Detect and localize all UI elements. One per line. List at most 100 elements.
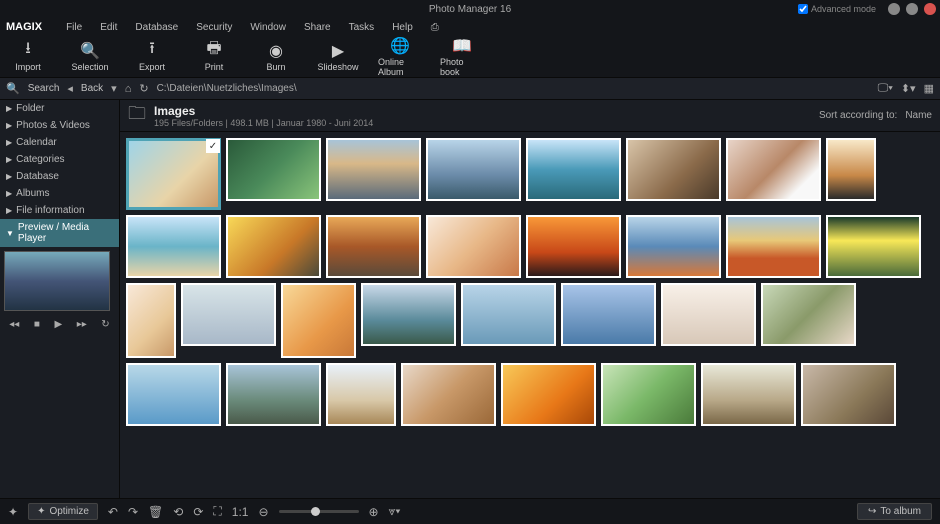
player-prev-icon[interactable]: ◂◂ [9,319,19,330]
dropdown-icon[interactable]: ▾ [111,82,117,95]
thumbnail[interactable] [626,215,721,278]
maximize-icon[interactable] [906,3,918,15]
home-icon[interactable]: ⌂ [125,83,132,95]
player-loop-icon[interactable]: ↻ [101,319,109,330]
zoom-in-icon[interactable]: ⊕ [369,505,379,519]
undo-icon[interactable]: ↶ [108,505,118,519]
back-arrow-icon[interactable]: ◂ [67,82,73,95]
sidebar-item-photos-videos[interactable]: ▶Photos & Videos [0,117,119,134]
thumbnail[interactable] [726,215,821,278]
thumbnail[interactable] [826,215,921,278]
thumbnail[interactable] [661,283,756,346]
thumbnail[interactable] [761,283,856,346]
sidebar-item-calendar[interactable]: ▶Calendar [0,134,119,151]
thumbnail[interactable] [226,215,321,278]
sort-label: Sort according to: [819,110,897,121]
advanced-mode-toggle[interactable]: Advanced mode [798,4,876,14]
thumbnail[interactable] [426,138,521,201]
window-title: Photo Manager 16 [204,4,736,15]
player-play-icon[interactable]: ▶ [54,319,62,330]
thumbnail[interactable] [726,138,821,201]
view-sort-icon[interactable]: ⬍▾ [901,82,916,95]
selection-button[interactable]: 🔍Selection [68,42,112,72]
menu-file[interactable]: File [66,22,82,33]
minimize-icon[interactable] [888,3,900,15]
magic-wand-icon[interactable]: ✦ [8,505,18,519]
back-label[interactable]: Back [81,83,103,94]
sidebar-item-categories[interactable]: ▶Categories [0,151,119,168]
menu-database[interactable]: Database [135,22,178,33]
actual-size-icon[interactable]: 1:1 [232,505,249,519]
thumbnail[interactable] [461,283,556,346]
thumbnail[interactable] [326,138,421,201]
thumbnail[interactable] [126,138,221,210]
delete-icon[interactable]: 🗑 [148,505,163,519]
menu-share[interactable]: Share [304,22,331,33]
player-next-icon[interactable]: ▸▸ [77,319,87,330]
thumbnail[interactable] [361,283,456,346]
thumbnail[interactable] [326,363,396,426]
thumbnail[interactable] [801,363,896,426]
player-stop-icon[interactable]: ■ [34,319,40,330]
thumbnail[interactable] [526,138,621,201]
menu-window[interactable]: Window [250,22,286,33]
to-album-button[interactable]: ↪ To album [857,503,932,520]
slideshow-label: Slideshow [317,62,358,72]
thumbnail[interactable] [401,363,496,426]
search-label[interactable]: Search [28,83,60,94]
sidebar-item-database[interactable]: ▶Database [0,168,119,185]
rotate-left-icon[interactable]: ⟲ [173,505,183,519]
sidebar-item-file-information[interactable]: ▶File information [0,202,119,219]
filter-icon[interactable]: ⩔▾ [389,504,401,519]
menu-help[interactable]: Help [392,22,413,33]
thumbnail[interactable] [126,283,176,358]
view-grid-icon[interactable]: ▦ [924,82,934,95]
thumbnail[interactable] [126,363,221,426]
thumbnail[interactable] [626,138,721,201]
sidebar-item-folder[interactable]: ▶Folder [0,100,119,117]
thumbnail[interactable] [601,363,696,426]
fit-icon[interactable]: ⛶ [213,504,221,519]
thumbnail[interactable] [701,363,796,426]
refresh-icon[interactable]: ↻ [139,82,148,95]
menu-security[interactable]: Security [196,22,232,33]
thumbnail[interactable] [181,283,276,346]
search-icon[interactable]: 🔍 [6,82,20,95]
print-button[interactable]: 🖶Print [192,42,236,72]
zoom-slider[interactable] [279,510,359,513]
thumbnail[interactable] [226,138,321,201]
selection-label: Selection [71,62,108,72]
optimize-button[interactable]: ✦ Optimize [28,503,98,520]
preview-thumbnail[interactable] [4,251,110,311]
online-album-label: Online Album [378,57,422,77]
online-album-button[interactable]: 🌐Online Album [378,37,422,77]
sidebar-item-preview-media-player[interactable]: ▼Preview / Media Player [0,219,119,247]
sort-value[interactable]: Name [905,110,932,121]
close-icon[interactable] [924,3,936,15]
thumbnail[interactable] [226,363,321,426]
redo-icon[interactable]: ↷ [128,505,138,519]
folder-icon: 🗀 [128,101,146,131]
zoom-out-icon[interactable]: ⊖ [258,505,268,519]
view-monitor-icon[interactable]: 🖵▾ [878,82,893,95]
export-button[interactable]: ⭱Export [130,42,174,72]
slideshow-button[interactable]: ▶Slideshow [316,42,360,72]
thumbnail[interactable] [126,215,221,278]
menu-extra-icon[interactable]: ⎙ [431,22,439,33]
burn-button[interactable]: ◉Burn [254,42,298,72]
thumbnail[interactable] [826,138,876,201]
export-icon: ⭱ [149,42,155,60]
menu-tasks[interactable]: Tasks [349,22,375,33]
thumbnail[interactable] [526,215,621,278]
thumbnail[interactable] [426,215,521,278]
thumbnail[interactable] [326,215,421,278]
rotate-right-icon[interactable]: ⟳ [193,505,203,519]
thumbnail[interactable] [561,283,656,346]
menu-edit[interactable]: Edit [100,22,117,33]
brand-logo: MAGIX [6,21,42,33]
thumbnail[interactable] [501,363,596,426]
import-button[interactable]: ⭳Import [6,42,50,72]
thumbnail[interactable] [281,283,356,358]
photo-book-button[interactable]: 📖Photo book [440,37,484,77]
sidebar-item-albums[interactable]: ▶Albums [0,185,119,202]
